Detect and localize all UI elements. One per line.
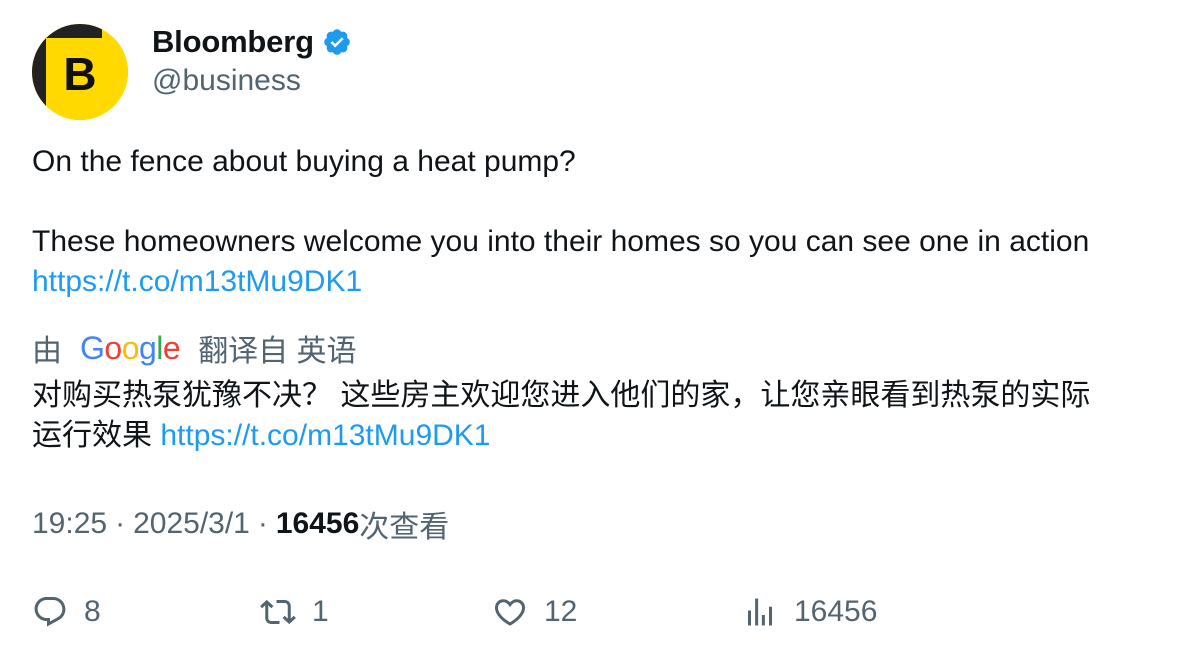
tweet-date[interactable]: 2025/3/1 [133, 507, 250, 541]
views-button[interactable]: 16456 [742, 592, 877, 632]
tweet-body: On the fence about buying a heat pump? T… [32, 142, 1182, 302]
retweet-count: 1 [312, 595, 329, 628]
tweet-meta: 19:25 · 2025/3/1 · 16456 次查看 [32, 504, 449, 544]
verified-badge-icon [322, 27, 352, 57]
retweet-icon [260, 599, 296, 625]
reply-icon [34, 597, 66, 627]
views-label: 次查看 [359, 511, 450, 544]
meta-separator: · [115, 507, 126, 540]
translated-body: 对购买热泵犹豫不决？ 这些房主欢迎您进入他们的家，让您亲眼看到热泵的实际 运行效… [32, 376, 1172, 456]
translation-suffix: 翻译自 英语 [198, 335, 357, 368]
views-total: 16456 [794, 595, 878, 628]
translated-text-line: 运行效果 [32, 419, 152, 452]
meta-separator: · [257, 507, 268, 540]
avatar-letter: B [63, 48, 96, 100]
like-count: 12 [544, 595, 578, 628]
translation-prefix: 由 [32, 335, 62, 368]
heart-icon [494, 599, 526, 626]
translated-link[interactable]: https://t.co/m13tMu9DK1 [160, 419, 490, 452]
tweet-card: B Bloomberg @business On the fence about… [0, 0, 1196, 658]
tweet-text-line: On the fence about buying a heat pump? [32, 145, 576, 178]
reply-button[interactable]: 8 [32, 592, 101, 632]
translated-text-line: 对购买热泵犹豫不决？ 这些房主欢迎您进入他们的家，让您亲眼看到热泵的实际 [32, 379, 1091, 412]
views-count: 16456 [275, 507, 360, 540]
tweet-link[interactable]: https://t.co/m13tMu9DK1 [32, 265, 362, 298]
avatar[interactable]: B [32, 24, 128, 120]
author-name-row: Bloomberg [152, 22, 352, 62]
like-button[interactable]: 12 [492, 592, 577, 632]
tweet-time[interactable]: 19:25 [32, 507, 107, 541]
bloomberg-logo-icon: B [32, 24, 128, 120]
action-bar: 8 1 12 16456 [32, 592, 1172, 632]
display-name[interactable]: Bloomberg [152, 24, 314, 60]
analytics-icon [748, 598, 772, 626]
author-handle[interactable]: @business [152, 64, 301, 98]
reply-count: 8 [84, 595, 101, 628]
google-logo: Google [80, 329, 181, 366]
translation-attribution: 由 Google 翻译自 英语 [32, 328, 357, 369]
tweet-text-line: These homeowners welcome you into their … [32, 225, 1090, 258]
retweet-button[interactable]: 1 [260, 592, 329, 632]
